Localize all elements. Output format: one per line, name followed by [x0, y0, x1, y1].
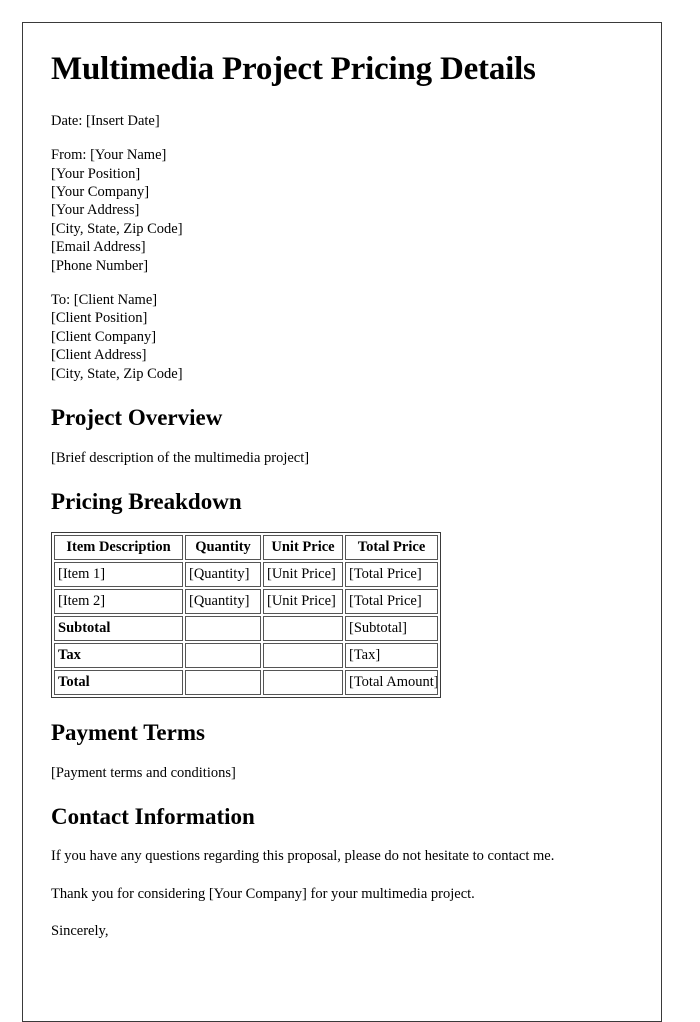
- recipient-address-line: [Client Address]: [51, 347, 147, 364]
- recipient-address-line: [City, State, Zip Code]: [51, 365, 183, 382]
- table-cell: [Item 1]: [54, 562, 183, 588]
- date-line: Date: [Insert Date]: [51, 112, 160, 129]
- table-row: [Item 2] [Quantity] [Unit Price] [Total Pri…: [54, 589, 438, 615]
- table-cell: [Total Price]: [345, 562, 438, 588]
- table-column-header: Item Description: [54, 535, 183, 561]
- page-title: Multimedia Project Pricing Details: [51, 51, 536, 87]
- table-cell: [Unit Price]: [263, 562, 343, 588]
- table-cell: [185, 643, 261, 669]
- pricing-table: Item Description Quantity Unit Price Total …: [51, 532, 441, 699]
- table-cell: [Subtotal]: [345, 616, 438, 642]
- sender-address-line: [Email Address]: [51, 239, 146, 256]
- table-cell: [185, 616, 261, 642]
- table-row: Subtotal [Subtotal]: [54, 616, 438, 642]
- contact-paragraph-1: If you have any questions regarding this…: [51, 848, 555, 865]
- sender-address-line: [Your Company]: [51, 184, 150, 201]
- section-heading-contact-information: Contact Information: [51, 804, 255, 830]
- sender-address-block: From: [Your Name] [Your Position] [Your Co…: [51, 146, 633, 275]
- document-page: Multimedia Project Pricing Details Date:…: [22, 22, 662, 1022]
- table-cell: [Tax]: [345, 643, 438, 669]
- section-heading-project-overview: Project Overview: [51, 405, 223, 431]
- sender-address-line: [Phone Number]: [51, 257, 149, 274]
- table-header-row: Item Description Quantity Unit Price Total …: [54, 535, 438, 561]
- section-heading-payment-terms: Payment Terms: [51, 720, 205, 746]
- closing-salutation: Sincerely,: [51, 923, 109, 939]
- table-column-header: Unit Price: [263, 535, 343, 561]
- recipient-address-line: [Client Company]: [51, 328, 157, 345]
- section-heading-pricing-breakdown: Pricing Breakdown: [51, 488, 242, 514]
- pricing-table-body: [Item 1] [Quantity] [Unit Price] [Total Pri…: [54, 562, 438, 696]
- table-cell: Total: [54, 670, 183, 696]
- table-cell: [Quantity]: [185, 562, 261, 588]
- sender-address-line: [Your Address]: [51, 202, 140, 219]
- recipient-address-line: [Client Position]: [51, 310, 148, 327]
- table-cell: [Total Amount]: [345, 670, 438, 696]
- sender-address-line: [City, State, Zip Code]: [51, 220, 183, 237]
- table-column-header: Quantity: [185, 535, 261, 561]
- sender-address-line: From: [Your Name]: [51, 147, 167, 164]
- table-cell: [263, 643, 343, 669]
- table-cell: [Total Price]: [345, 589, 438, 615]
- table-cell: [Unit Price]: [263, 589, 343, 615]
- document-body: Multimedia Project Pricing Details Date:…: [23, 23, 661, 940]
- table-column-header: Total Price: [345, 535, 438, 561]
- table-cell: [185, 670, 261, 696]
- pricing-table-head: Item Description Quantity Unit Price Total …: [54, 535, 438, 561]
- contact-paragraph-2: Thank you for considering [Your Company]…: [51, 885, 475, 902]
- recipient-address-line: To: [Client Name]: [51, 292, 158, 309]
- table-cell: [263, 616, 343, 642]
- table-cell: [Quantity]: [185, 589, 261, 615]
- sender-address-line: [Your Position]: [51, 165, 141, 182]
- table-cell: [Item 2]: [54, 589, 183, 615]
- table-row: Tax [Tax]: [54, 643, 438, 669]
- table-row: [Item 1] [Quantity] [Unit Price] [Total Pri…: [54, 562, 438, 588]
- table-cell: Tax: [54, 643, 183, 669]
- recipient-address-block: To: [Client Name] [Client Position] [Clien…: [51, 291, 633, 383]
- table-row: Total [Total Amount]: [54, 670, 438, 696]
- payment-terms-body: [Payment terms and conditions]: [51, 764, 236, 781]
- project-overview-body: [Brief description of the multimedia pro…: [51, 449, 310, 466]
- table-cell: Subtotal: [54, 616, 183, 642]
- table-cell: [263, 670, 343, 696]
